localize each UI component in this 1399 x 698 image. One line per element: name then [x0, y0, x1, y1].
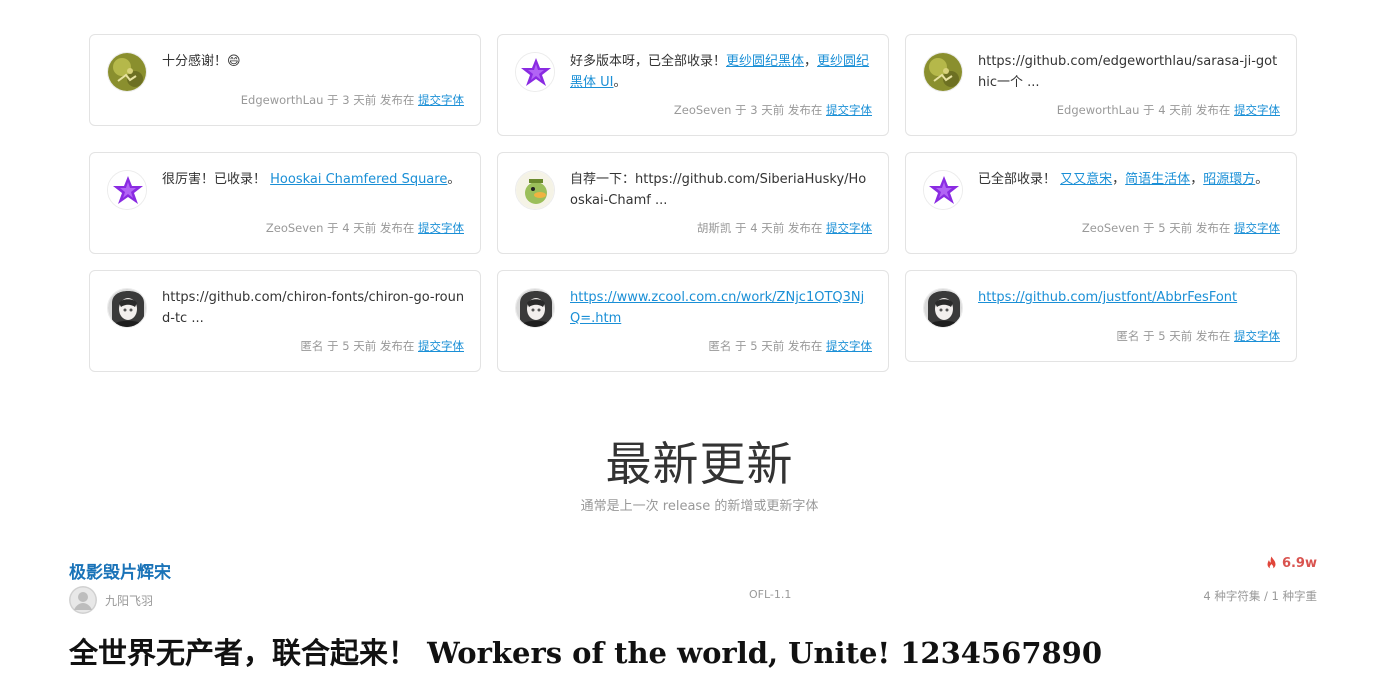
user-avatar-icon	[69, 586, 97, 614]
comment-time: 于 5 天前 发布在	[1139, 221, 1234, 235]
comment-author: EdgeworthLau	[1056, 103, 1140, 117]
comment-author: 匿名	[300, 339, 324, 353]
comment-message: 好多版本呀，已全部收录！更纱圆纪黑体，更纱圆纪黑体 UI。	[570, 51, 874, 93]
comment-card: 十分感谢！😄 EdgeworthLau 于 3 天前 发布在 提交字体	[89, 34, 481, 126]
comment-text: 十分感谢！😄	[162, 54, 241, 69]
comment-text: https://github.com/edgeworthlau/sarasa-j…	[978, 54, 1278, 90]
comment-message: 已全部收录！ 又又意宋，简语生活体，昭源環方。	[978, 169, 1282, 190]
submit-font-link[interactable]: 提交字体	[826, 221, 872, 235]
comment-time: 于 5 天前 发布在	[323, 339, 418, 353]
comment-text: ，	[1190, 172, 1204, 187]
comment-message: https://github.com/edgeworthlau/sarasa-j…	[978, 51, 1282, 93]
comment-author: ZeoSeven	[1081, 221, 1140, 235]
comment-text: 。	[447, 172, 461, 187]
submit-font-link[interactable]: 提交字体	[418, 93, 464, 107]
comment-time: 于 3 天前 发布在	[323, 93, 418, 107]
comment-font-link[interactable]: 更纱圆纪黑体	[726, 54, 804, 69]
font-author[interactable]: 九阳飞羽	[69, 586, 153, 614]
comment-author: ZeoSeven	[673, 103, 732, 117]
comment-card: 自荐一下：https://github.com/SiberiaHusky/Hoo…	[497, 152, 889, 254]
comment-card: 很厉害！已收录！ Hooskai Chamfered Square。 ZeoSev…	[89, 152, 481, 254]
comment-author: 胡斯凯	[696, 221, 732, 235]
anime-avatar-icon[interactable]	[515, 288, 555, 328]
submit-font-link[interactable]: 提交字体	[1234, 103, 1280, 117]
comment-card: 好多版本呀，已全部收录！更纱圆纪黑体，更纱圆纪黑体 UI。 ZeoSeven 于 …	[497, 34, 889, 136]
comment-text: 。	[613, 75, 627, 90]
comment-card: https://www.zcool.com.cn/work/ZNjc1OTQ3N…	[497, 270, 889, 372]
purple-star-avatar-icon[interactable]	[923, 170, 963, 210]
submit-font-link[interactable]: 提交字体	[1234, 329, 1280, 343]
font-name-link[interactable]: 极影毁片辉宋	[69, 558, 171, 583]
font-license: OFL-1.1	[749, 588, 792, 601]
comment-meta: ZeoSeven 于 5 天前 发布在 提交字体	[1082, 220, 1280, 236]
font-views-count: 6.9w	[1281, 556, 1317, 571]
olive-avatar-icon[interactable]	[923, 52, 963, 92]
section-subtitle: 通常是上一次 release 的新增或更新字体	[580, 499, 819, 514]
comment-meta: 匿名 于 5 天前 发布在 提交字体	[300, 338, 464, 354]
purple-star-avatar-icon[interactable]	[515, 52, 555, 92]
comment-text: 已全部收录！	[978, 172, 1061, 187]
comment-time: 于 5 天前 发布在	[1139, 329, 1234, 343]
comment-text: 好多版本呀，已全部收录！	[570, 54, 727, 69]
comment-meta: EdgeworthLau 于 3 天前 发布在 提交字体	[241, 92, 464, 108]
comment-meta: EdgeworthLau 于 4 天前 发布在 提交字体	[1057, 102, 1280, 118]
comment-meta: 胡斯凯 于 4 天前 发布在 提交字体	[697, 220, 872, 236]
font-author-name: 九阳飞羽	[105, 593, 154, 608]
comment-author: 匿名	[1116, 329, 1140, 343]
submit-font-link[interactable]: 提交字体	[826, 103, 872, 117]
comment-message: https://github.com/justfont/AbbrFesFont	[978, 287, 1282, 308]
comment-text: ，	[1112, 172, 1126, 187]
comment-author: 匿名	[708, 339, 732, 353]
comment-time: 于 4 天前 发布在	[1139, 103, 1234, 117]
comment-meta: 匿名 于 5 天前 发布在 提交字体	[1116, 328, 1280, 344]
comment-card: https://github.com/chiron-fonts/chiron-g…	[89, 270, 481, 372]
comment-font-link[interactable]: 又又意宋	[1060, 172, 1112, 187]
comment-meta: 匿名 于 5 天前 发布在 提交字体	[708, 338, 872, 354]
comment-font-link[interactable]: 简语生活体	[1125, 172, 1190, 187]
comment-text: https://github.com/chiron-fonts/chiron-g…	[162, 290, 465, 326]
duck-avatar-icon[interactable]	[515, 170, 555, 210]
comment-time: 于 4 天前 发布在	[323, 221, 418, 235]
comment-author: EdgeworthLau	[240, 93, 324, 107]
comment-time: 于 5 天前 发布在	[731, 339, 826, 353]
comment-time: 于 3 天前 发布在	[731, 103, 826, 117]
comment-font-link[interactable]: https://github.com/justfont/AbbrFesFont	[978, 290, 1237, 305]
submit-font-link[interactable]: 提交字体	[418, 221, 464, 235]
comment-card: 已全部收录！ 又又意宋，简语生活体，昭源環方。 ZeoSeven 于 5 天前 发…	[905, 152, 1297, 254]
font-charsets: 4 种字符集 / 1 种字重	[1203, 589, 1317, 603]
comment-meta: ZeoSeven 于 3 天前 发布在 提交字体	[674, 102, 872, 118]
submit-font-link[interactable]: 提交字体	[1234, 221, 1280, 235]
comment-time: 于 4 天前 发布在	[731, 221, 826, 235]
comment-font-link[interactable]: Hooskai Chamfered Square	[270, 172, 447, 187]
comment-text: 很厉害！已收录！	[162, 172, 271, 187]
comment-message: https://www.zcool.com.cn/work/ZNjc1OTQ3N…	[570, 287, 874, 329]
submit-font-link[interactable]: 提交字体	[418, 339, 464, 353]
comment-author: ZeoSeven	[265, 221, 324, 235]
comment-meta: ZeoSeven 于 4 天前 发布在 提交字体	[266, 220, 464, 236]
font-views: 6.9w	[1265, 556, 1317, 571]
fire-icon	[1267, 556, 1276, 569]
comment-text: 。	[1255, 172, 1269, 187]
comment-message: 十分感谢！😄	[162, 51, 466, 72]
olive-avatar-icon[interactable]	[107, 52, 147, 92]
comment-font-link[interactable]: 昭源環方	[1203, 172, 1255, 187]
comment-card: https://github.com/justfont/AbbrFesFont 匿…	[905, 270, 1297, 362]
comment-message: 很厉害！已收录！ Hooskai Chamfered Square。	[162, 169, 466, 190]
anime-avatar-icon[interactable]	[923, 288, 963, 328]
purple-star-avatar-icon[interactable]	[107, 170, 147, 210]
comment-text: ，	[804, 54, 818, 69]
section-title: 最新更新	[605, 437, 794, 491]
submit-font-link[interactable]: 提交字体	[826, 339, 872, 353]
comment-message: 自荐一下：https://github.com/SiberiaHusky/Hoo…	[570, 169, 874, 211]
font-preview-text: 全世界无产者，联合起来！ Workers of the world, Unite…	[69, 636, 1103, 670]
comment-message: https://github.com/chiron-fonts/chiron-g…	[162, 287, 466, 329]
comment-text: 自荐一下：https://github.com/SiberiaHusky/Hoo…	[570, 172, 867, 208]
anime-avatar-icon[interactable]	[107, 288, 147, 328]
comment-card: https://github.com/edgeworthlau/sarasa-j…	[905, 34, 1297, 136]
comment-font-link[interactable]: https://www.zcool.com.cn/work/ZNjc1OTQ3N…	[570, 290, 864, 326]
